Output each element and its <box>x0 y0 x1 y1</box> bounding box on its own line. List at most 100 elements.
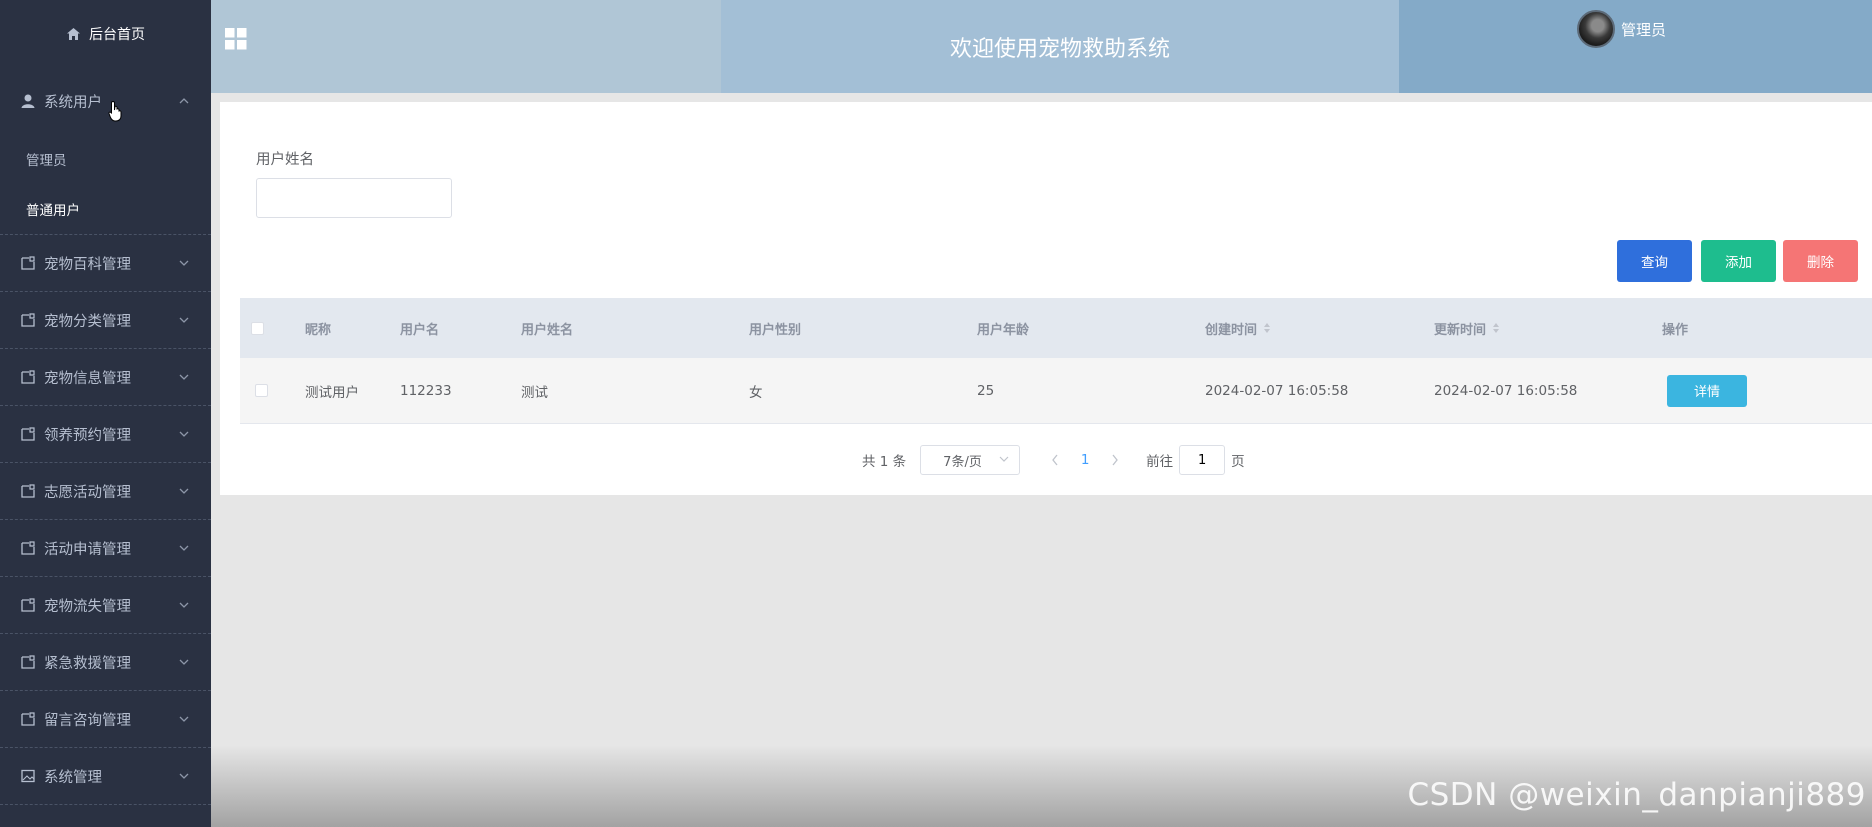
sort-icon[interactable] <box>1492 322 1500 334</box>
sidebar-item-messages[interactable]: 留言咨询管理 <box>0 691 211 748</box>
header-right: 管理员 <box>1399 0 1872 93</box>
sidebar-item-label: 领养预约管理 <box>44 427 131 444</box>
next-page-button[interactable] <box>1100 454 1130 466</box>
folder-icon <box>20 369 36 385</box>
column-header-label: 操作 <box>1662 322 1689 338</box>
sidebar-item-volunteer[interactable]: 志愿活动管理 <box>0 463 211 520</box>
column-header-label: 用户性别 <box>749 322 802 338</box>
header-title-area: 欢迎使用宠物救助系统 <box>721 0 1399 93</box>
sidebar-item-label: 宠物信息管理 <box>44 370 131 387</box>
chevron-down-icon <box>179 315 189 325</box>
column-header-label: 昵称 <box>305 322 332 338</box>
page-size-value: 7条/页 <box>943 454 982 470</box>
table-row: 测试用户 112233 测试 女 25 2024-02-07 16:05:58 … <box>240 358 1872 424</box>
user-icon <box>20 93 36 109</box>
table-header: 昵称 用户名 用户姓名 用户性别 用户年龄 创建时间 更新时间 操作 <box>240 298 1872 358</box>
cell-created: 2024-02-07 16:05:58 <box>1205 383 1434 399</box>
folder-icon <box>20 426 36 442</box>
sidebar-item-adoption[interactable]: 领养预约管理 <box>0 406 211 463</box>
sidebar-item-label: 活动申请管理 <box>44 541 131 558</box>
column-header-label: 用户名 <box>400 322 440 338</box>
page-title: 欢迎使用宠物救助系统 <box>949 36 1170 62</box>
folder-icon <box>20 597 36 613</box>
user-name: 管理员 <box>1621 20 1667 39</box>
search-input[interactable] <box>256 178 452 218</box>
sidebar-item-home[interactable]: 后台首页 <box>0 0 211 68</box>
top-header: 欢迎使用宠物救助系统 管理员 <box>211 0 1872 93</box>
user-menu[interactable]: 管理员 <box>1577 10 1666 48</box>
sidebar-item-label: 宠物百科管理 <box>44 256 131 273</box>
column-header-created-sortable[interactable]: 创建时间 <box>1205 319 1434 338</box>
cell-value: 测试 <box>521 384 548 401</box>
sidebar-item-pet-info[interactable]: 宠物信息管理 <box>0 349 211 406</box>
folder-icon <box>20 711 36 727</box>
chevron-down-icon <box>179 771 189 781</box>
sidebar-item-label: 宠物分类管理 <box>44 313 131 330</box>
row-select-cell <box>240 384 305 397</box>
goto-page-input[interactable] <box>1179 445 1226 475</box>
row-checkbox[interactable] <box>255 384 268 397</box>
sidebar-item-system-management[interactable]: 系统管理 <box>0 748 211 805</box>
cell-value: 2024-02-07 16:05:58 <box>1434 382 1578 399</box>
detail-button[interactable]: 详情 <box>1667 374 1747 407</box>
folder-icon <box>20 540 36 556</box>
prev-page-button[interactable] <box>1040 454 1070 466</box>
chevron-left-icon <box>1052 454 1058 466</box>
sidebar-subitem-label: 管理员 <box>26 153 67 169</box>
column-header: 昵称 <box>305 319 400 338</box>
submenu-system-users: 管理员 普通用户 <box>0 134 211 235</box>
header-select-all-cell <box>240 321 305 335</box>
chevron-down-icon <box>179 714 189 724</box>
cell-age: 25 <box>977 383 1205 399</box>
image-icon <box>20 768 36 784</box>
add-button[interactable]: 添加 <box>1701 240 1776 282</box>
column-header: 用户姓名 <box>521 319 749 338</box>
select-all-checkbox[interactable] <box>251 321 264 335</box>
chevron-down-icon <box>179 486 189 496</box>
search-label: 用户姓名 <box>256 152 314 168</box>
sidebar-subitem-normal-users[interactable]: 普通用户 <box>0 184 211 234</box>
cell-updated: 2024-02-07 16:05:58 <box>1434 383 1662 399</box>
column-header-label: 用户姓名 <box>521 322 574 338</box>
sidebar-item-system-users[interactable]: 系统用户 <box>0 68 211 134</box>
page-number-current[interactable]: 1 <box>1070 452 1100 468</box>
chevron-down-icon <box>179 600 189 610</box>
sidebar-item-emergency[interactable]: 紧急救援管理 <box>0 634 211 691</box>
chevron-down-icon <box>179 258 189 268</box>
sidebar: 后台首页 系统用户 管理员 普通用户 宠物百科管理 宠物分类管理 宠物信息管理 … <box>0 0 211 827</box>
column-header: 用户性别 <box>749 319 977 338</box>
cell-realname: 测试 <box>521 381 749 401</box>
folder-icon <box>20 654 36 670</box>
chevron-down-icon <box>999 453 1009 468</box>
sidebar-item-pet-encyclopedia[interactable]: 宠物百科管理 <box>0 235 211 292</box>
cell-username: 112233 <box>400 383 521 399</box>
sidebar-item-pet-category[interactable]: 宠物分类管理 <box>0 292 211 349</box>
avatar[interactable] <box>1577 10 1615 48</box>
cell-value: 25 <box>977 382 995 399</box>
page-size-select[interactable]: 7条/页 <box>920 445 1021 475</box>
users-table: 昵称 用户名 用户姓名 用户性别 用户年龄 创建时间 更新时间 操作 测试用户 … <box>240 298 1872 424</box>
query-button[interactable]: 查询 <box>1617 240 1692 282</box>
grid-menu-icon[interactable] <box>225 28 247 50</box>
chevron-up-icon <box>179 96 189 106</box>
cell-value: 测试用户 <box>305 384 359 401</box>
sidebar-item-activity-apply[interactable]: 活动申请管理 <box>0 520 211 577</box>
sidebar-item-label: 宠物流失管理 <box>44 598 131 615</box>
sort-icon[interactable] <box>1263 322 1271 334</box>
sidebar-subitem-admin[interactable]: 管理员 <box>0 134 211 184</box>
sidebar-subitem-label: 普通用户 <box>26 203 80 219</box>
sidebar-item-label: 留言咨询管理 <box>44 712 131 729</box>
column-header-updated-sortable[interactable]: 更新时间 <box>1434 319 1662 338</box>
delete-button[interactable]: 删除 <box>1783 240 1858 282</box>
sidebar-item-lost-pets[interactable]: 宠物流失管理 <box>0 577 211 634</box>
folder-icon <box>20 312 36 328</box>
goto-page: 前往 页 <box>1146 445 1245 475</box>
column-header: 用户年龄 <box>977 319 1205 338</box>
cell-value: 112233 <box>400 382 452 399</box>
column-header: 用户名 <box>400 319 521 338</box>
cell-value: 2024-02-07 16:05:58 <box>1205 382 1349 399</box>
watermark: CSDN @weixin_danpianji889 <box>1407 777 1866 813</box>
header-left <box>211 0 721 93</box>
column-header: 操作 <box>1662 319 1872 338</box>
sidebar-item-label: 系统管理 <box>44 769 102 786</box>
